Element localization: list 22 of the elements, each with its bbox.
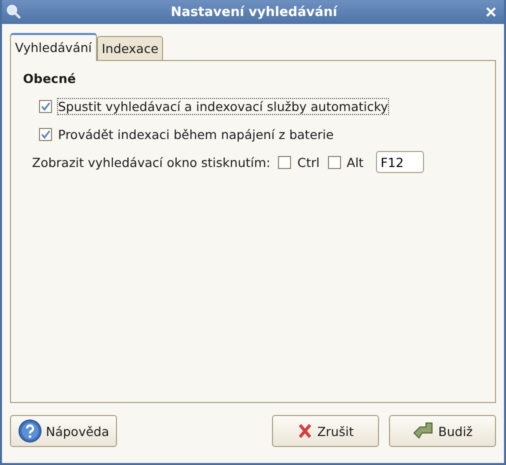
shortcut-label: Zobrazit vyhledávací okno stisknutím: xyxy=(32,154,270,170)
tab[interactable]: Indexace xyxy=(96,36,164,60)
cancel-button[interactable]: Zrušit xyxy=(272,415,379,447)
checkbox-label[interactable]: Ctrl xyxy=(297,154,320,170)
checkbox-label[interactable]: Spustit vyhledávací a indexovací služby automaticky xyxy=(58,98,388,114)
checkbox-label[interactable]: Alt xyxy=(346,154,364,170)
checkbox[interactable] xyxy=(39,100,52,112)
checkbox[interactable] xyxy=(278,156,292,168)
tab[interactable]: Vyhledávání xyxy=(10,33,97,61)
checkbox[interactable] xyxy=(328,156,341,168)
close-icon[interactable] xyxy=(486,7,496,17)
search-icon xyxy=(6,4,22,20)
section-title: Obecné xyxy=(23,71,77,86)
window-title: Nastavení vyhledávání xyxy=(170,4,339,20)
ok-button[interactable]: Budiž xyxy=(389,415,496,447)
help-button[interactable]: Nápověda xyxy=(10,415,117,447)
checkbox[interactable] xyxy=(39,128,52,140)
key-field[interactable]: F12 xyxy=(376,151,424,173)
help-icon xyxy=(18,419,42,443)
arrow-icon xyxy=(412,421,434,441)
checkbox-label[interactable]: Provádět indexaci během napájení z baterie xyxy=(58,126,334,142)
cross-icon xyxy=(297,423,314,439)
